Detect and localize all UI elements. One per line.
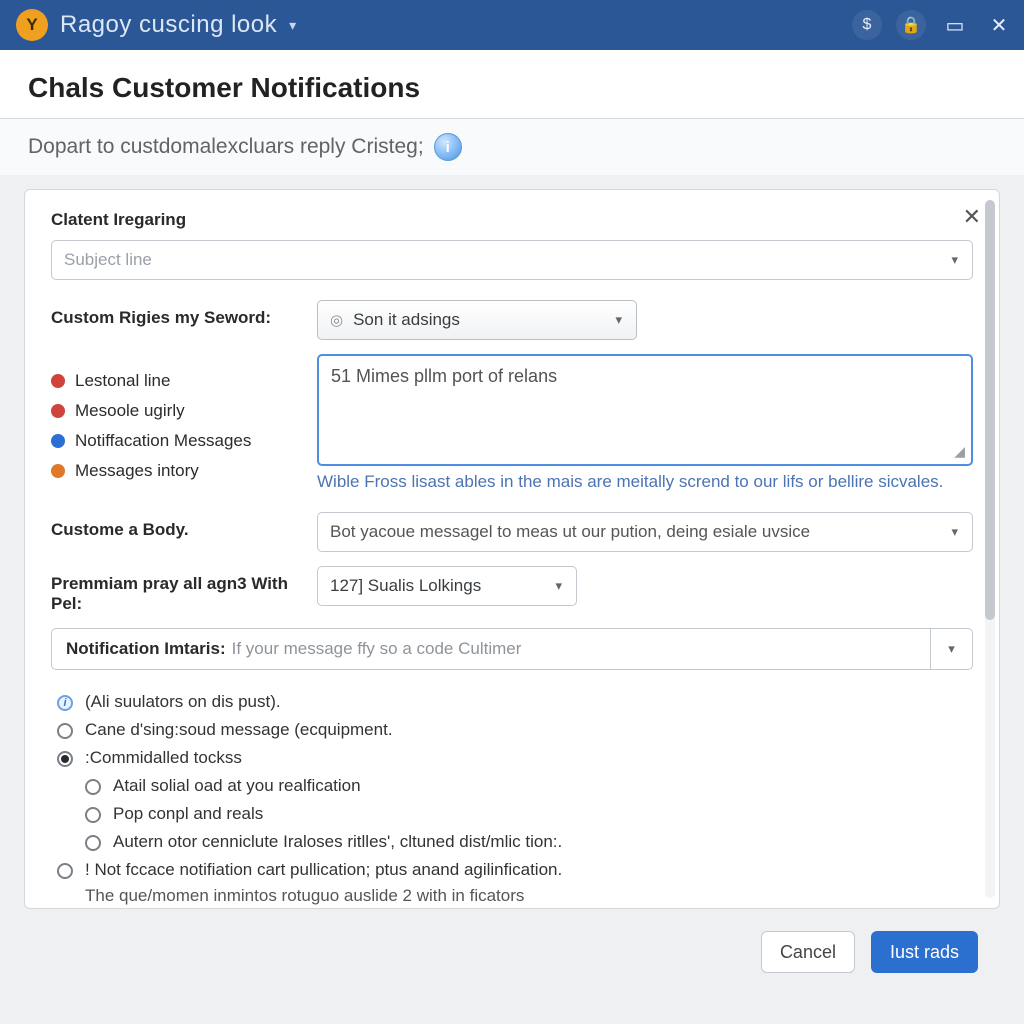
titlebar-actions: $ 🔒 ▭ ✕	[852, 10, 1014, 40]
radio-icon	[57, 751, 73, 767]
radio-option[interactable]: (Ali suulators on dis pust).	[51, 688, 973, 716]
dot-icon	[51, 404, 65, 418]
radio-option[interactable]: ! Not fccace notifiation cart pullicatio…	[51, 856, 973, 884]
category-list: Lestonal line Mesoole ugirly Notiffacati…	[51, 366, 301, 486]
list-item-label: Mesoole ugirly	[75, 401, 185, 421]
info-radio-icon	[57, 695, 73, 711]
target-icon: ◎	[330, 311, 343, 329]
window-title: Ragoy cuscing look	[60, 11, 277, 39]
custom-rule-select[interactable]: ◎ Son it adsings ▾	[317, 300, 637, 340]
radio-label: Cane d'sing:soud message (ecquipment.	[85, 720, 393, 740]
radio-icon	[57, 863, 73, 879]
list-item-label: Lestonal line	[75, 371, 170, 391]
premium-select[interactable]: 127] Sualis Lolkings ▾	[317, 566, 577, 606]
radio-option-sub[interactable]: Atail solial oad at you realfication	[51, 772, 973, 800]
radio-option[interactable]: Cane d'sing:soud message (ecquipment.	[51, 716, 973, 744]
resize-handle-icon[interactable]: ◢	[954, 443, 965, 460]
radio-label: (Ali suulators on dis pust).	[85, 692, 281, 712]
radio-icon	[85, 835, 101, 851]
radio-option-sub[interactable]: Autern otor cenniclute Iraloses ritlles'…	[51, 828, 973, 856]
custom-rule-label: Custom Rigies my Seword:	[51, 300, 301, 328]
scrollbar-track[interactable]	[985, 200, 995, 898]
list-item-label: Notiffacation Messages	[75, 431, 251, 451]
custom-rule-value: Son it adsings	[353, 310, 460, 330]
notification-intaris-select[interactable]: Notification Imtaris: If your message ff…	[51, 628, 973, 670]
sub-header-text: Dopart to custdomalexcluars reply Criste…	[28, 135, 424, 159]
radio-option-sub[interactable]: Pop conpl and reals	[51, 800, 973, 828]
section-label-clatent: Clatent Iregaring	[51, 210, 973, 230]
lock-icon[interactable]: 🔒	[896, 10, 926, 40]
radio-icon	[57, 723, 73, 739]
list-item[interactable]: Notiffacation Messages	[51, 426, 301, 456]
scrollbar-thumb[interactable]	[985, 200, 995, 620]
window-icon[interactable]: ▭	[940, 10, 970, 40]
list-item-label: Messages intory	[75, 461, 199, 481]
radio-label: :Commidalled tockss	[85, 748, 242, 768]
notification-panel: ✕ Clatent Iregaring Subject line ▾ Custo…	[24, 189, 1000, 909]
subject-line-select[interactable]: Subject line ▾	[51, 240, 973, 280]
list-item[interactable]: Lestonal line	[51, 366, 301, 396]
cancel-button[interactable]: Cancel	[761, 931, 855, 973]
info-icon[interactable]: i	[434, 133, 462, 161]
radio-label: ! Not fccace notifiation cart pullicatio…	[85, 860, 562, 880]
radio-label: Autern otor cenniclute Iraloses ritlles'…	[113, 832, 562, 852]
radio-label: Pop conpl and reals	[113, 804, 263, 824]
premium-label: Premmiam pray all agn3 With Pel:	[51, 566, 301, 614]
body-select[interactable]: Bot yacoue messagel to meas ut our putio…	[317, 512, 973, 552]
trailing-note: The que/momen inmintos rotuguo auslide 2…	[51, 886, 973, 906]
title-dropdown-caret[interactable]: ▾	[289, 17, 296, 34]
radio-label: Atail solial oad at you realfication	[113, 776, 361, 796]
body-value: Bot yacoue messagel to meas ut our putio…	[330, 522, 810, 542]
textarea-value: 51 Mimes pllm port of relans	[331, 366, 557, 386]
primary-action-button[interactable]: Iust rads	[871, 931, 978, 973]
chevron-down-icon: ▾	[951, 524, 958, 540]
chevron-down-icon: ▾	[951, 252, 958, 268]
footer-buttons: Cancel Iust rads	[0, 909, 1024, 973]
titlebar: Y Ragoy cuscing look ▾ $ 🔒 ▭ ✕	[0, 0, 1024, 50]
dot-icon	[51, 374, 65, 388]
list-item[interactable]: Messages intory	[51, 456, 301, 486]
sub-header-bar: Dopart to custdomalexcluars reply Criste…	[0, 118, 1024, 175]
dot-icon	[51, 434, 65, 448]
premium-value: 127] Sualis Lolkings	[330, 576, 481, 596]
chevron-down-icon: ▾	[930, 629, 972, 669]
chevron-down-icon: ▾	[555, 578, 562, 594]
radio-option[interactable]: :Commidalled tockss	[51, 744, 973, 772]
page-title: Chals Customer Notifications	[28, 72, 996, 104]
dot-icon	[51, 464, 65, 478]
list-item[interactable]: Mesoole ugirly	[51, 396, 301, 426]
intaris-placeholder: If your message ffy so a code Cultimer	[232, 639, 522, 659]
intaris-prefix: Notification Imtaris:	[66, 639, 226, 659]
options-radio-group: (Ali suulators on dis pust). Cane d'sing…	[51, 688, 973, 906]
radio-icon	[85, 779, 101, 795]
textarea-hint: Wible Fross lisast ables in the mais are…	[317, 472, 973, 492]
body-label: Custome a Body.	[51, 512, 301, 540]
page-header: Chals Customer Notifications	[0, 50, 1024, 118]
currency-icon[interactable]: $	[852, 10, 882, 40]
panel-close-icon[interactable]: ✕	[963, 204, 981, 230]
chevron-down-icon: ▾	[615, 312, 622, 328]
avatar[interactable]: Y	[16, 9, 48, 41]
message-textarea[interactable]: 51 Mimes pllm port of relans ◢	[317, 354, 973, 466]
subject-line-placeholder: Subject line	[64, 250, 152, 270]
close-icon[interactable]: ✕	[984, 10, 1014, 40]
radio-icon	[85, 807, 101, 823]
